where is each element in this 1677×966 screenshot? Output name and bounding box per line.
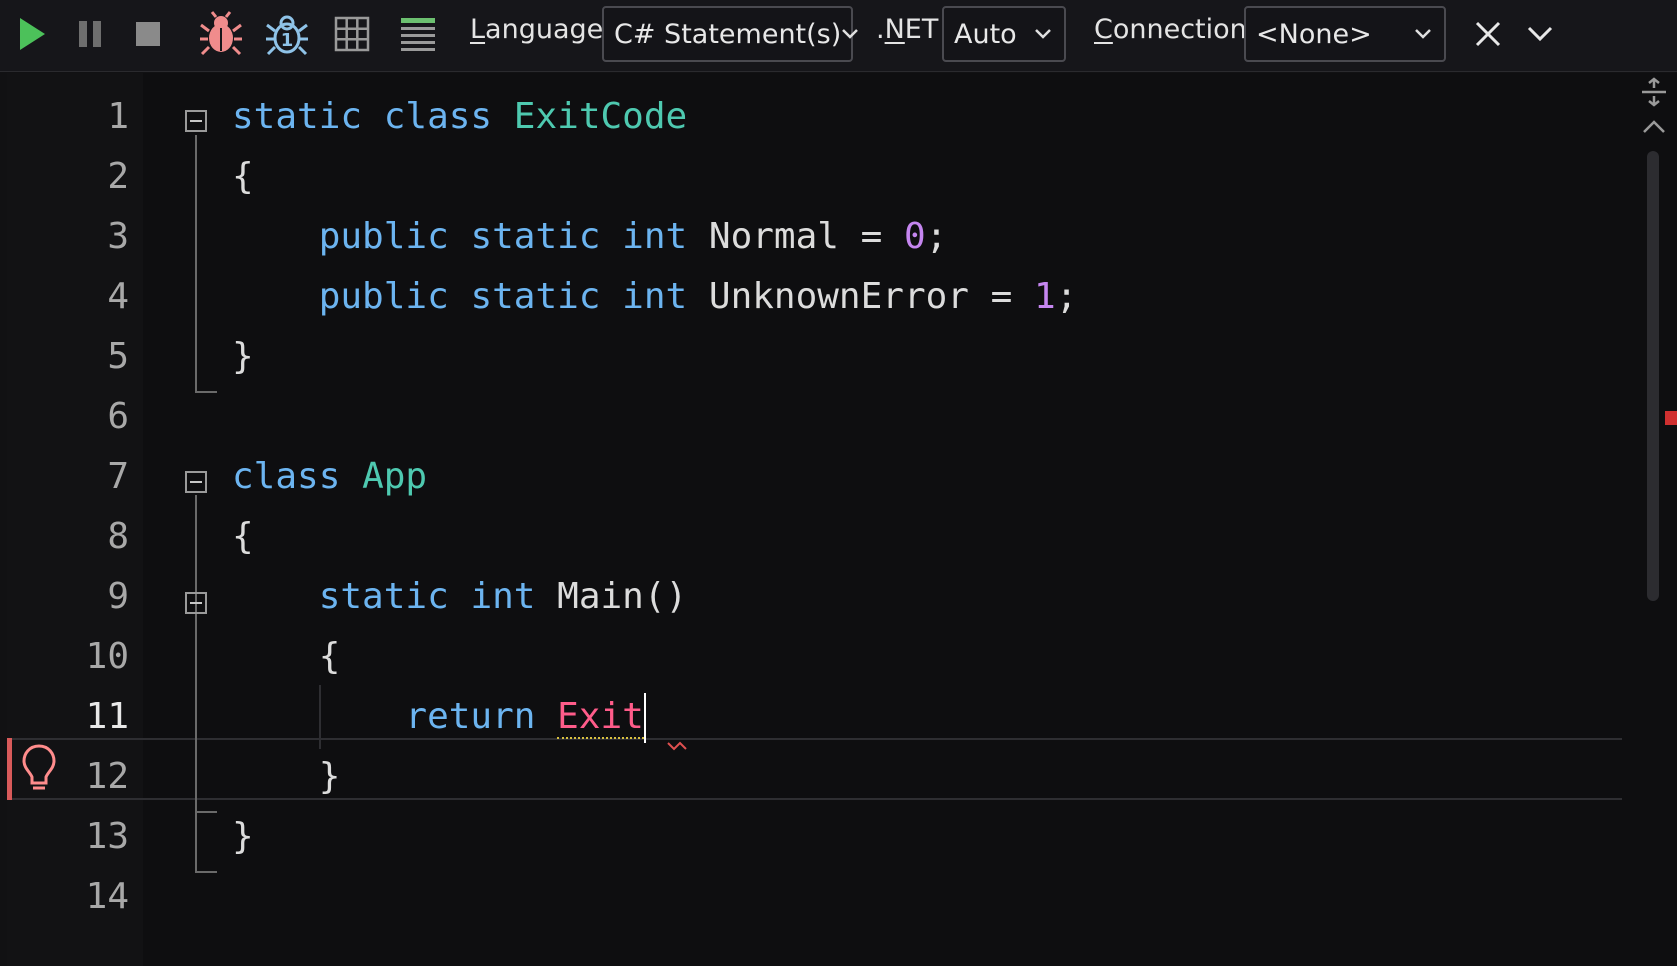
line-number: 2 [107, 156, 129, 197]
net-dropdown[interactable]: Auto [942, 6, 1066, 62]
line-number: 9 [107, 576, 129, 617]
code-line-3: public static int Normal = 0; [318, 216, 948, 257]
line-number: 7 [107, 456, 129, 497]
line-number: 6 [107, 396, 129, 437]
line-number: 3 [107, 216, 129, 257]
chevron-down-icon [1032, 23, 1054, 45]
code-line-4: public static int UnknownError = 1; [318, 276, 1078, 317]
error-token: Exit [557, 696, 644, 739]
line-number: 8 [107, 516, 129, 557]
scroll-up-icon[interactable] [1641, 117, 1667, 135]
fold-guide-end [195, 391, 217, 393]
grid-results-icon[interactable] [330, 12, 374, 56]
line-number: 1 [107, 96, 129, 137]
code-line-10: { [318, 636, 341, 677]
line-number: 12 [85, 756, 129, 797]
code-line-2: { [232, 156, 254, 197]
split-handle-icon[interactable] [1639, 77, 1669, 107]
chevron-down-icon [841, 23, 859, 45]
language-dropdown[interactable]: C# Statement(s) [602, 6, 859, 62]
code-line-7: class App [232, 456, 428, 497]
code-line-12: } [318, 756, 341, 797]
language-value: C# Statement(s) [614, 18, 842, 50]
code-line-5: } [232, 336, 254, 377]
code-line-9: static int Main() [318, 576, 688, 617]
line-number: 14 [85, 876, 129, 917]
toolbar: 1 Language C# Statement(s) .NET Auto Con… [0, 0, 1677, 72]
fold-guide-end [195, 871, 217, 873]
error-squiggle [667, 737, 689, 756]
fold-toggle[interactable] [185, 471, 207, 493]
chevron-down-icon [1412, 23, 1434, 45]
text-caret [643, 693, 646, 743]
chevron-down-icon[interactable] [1520, 14, 1560, 54]
text-results-icon[interactable] [396, 12, 440, 56]
svg-text:1: 1 [281, 30, 294, 51]
line-number: 10 [85, 636, 129, 677]
code-editor[interactable]: 1 2 3 4 5 6 7 8 9 10 11 12 13 14 static … [7, 73, 1677, 966]
play-icon[interactable] [14, 12, 50, 56]
pause-icon[interactable] [72, 12, 108, 56]
scroll-thumb[interactable] [1647, 151, 1659, 601]
code-line-13: } [232, 816, 254, 857]
code-line-8: { [232, 516, 254, 557]
connection-dropdown[interactable]: <None> [1244, 6, 1446, 62]
code-line-1: static class ExitCode [232, 96, 688, 137]
bug-step-icon[interactable]: 1 [262, 8, 312, 60]
line-number-active: 11 [85, 696, 129, 737]
connection-value: <None> [1256, 18, 1372, 50]
fold-guide [195, 495, 197, 873]
line-number: 5 [107, 336, 129, 377]
net-label: .NET [876, 14, 939, 45]
fold-toggle[interactable] [185, 110, 207, 132]
fold-guide [195, 135, 197, 393]
language-label: Language [470, 14, 604, 45]
fold-toggle[interactable] [185, 592, 207, 614]
line-number: 13 [85, 816, 129, 857]
bug-icon[interactable] [196, 8, 246, 60]
fold-guide-end [195, 811, 217, 813]
code-line-11: return Exit [232, 685, 646, 749]
close-icon[interactable] [1468, 14, 1508, 54]
net-value: Auto [954, 18, 1017, 50]
connection-label: Connection [1094, 14, 1247, 45]
vertical-scrollbar[interactable] [1631, 73, 1677, 966]
error-marker[interactable] [1665, 411, 1677, 425]
stop-icon[interactable] [130, 12, 166, 56]
line-number: 4 [107, 276, 129, 317]
